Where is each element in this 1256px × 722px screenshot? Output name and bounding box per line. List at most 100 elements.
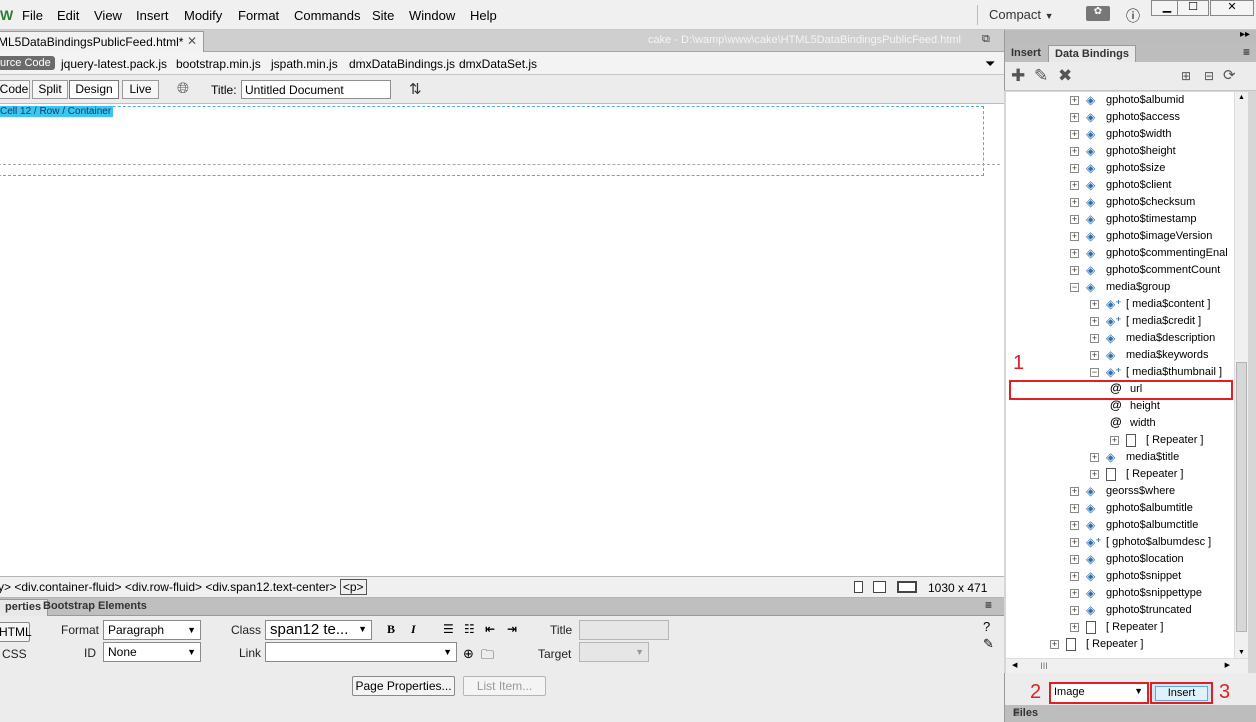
menu-modify[interactable]: Modify (184, 8, 222, 23)
css-mode-button[interactable]: CSS (2, 647, 27, 661)
related-file[interactable]: jspath.min.js (271, 57, 338, 71)
list-item-button[interactable]: List Item... (463, 676, 546, 696)
collapse-all-icon[interactable]: ⊟ (1204, 69, 1214, 83)
tree-node[interactable]: + ◈⁺ [ media$credit ] (1006, 314, 1246, 331)
expand-node-icon[interactable]: + (1110, 436, 1119, 445)
menu-help[interactable]: Help (470, 8, 497, 23)
delete-icon[interactable]: ✖ (1058, 66, 1072, 86)
element-badge[interactable]: Cell 12 / Row / Container (0, 106, 114, 117)
mobile-size-icon[interactable] (854, 581, 863, 593)
expand-node-icon[interactable]: + (1070, 113, 1079, 122)
expand-node-icon[interactable]: + (1070, 521, 1079, 530)
related-file[interactable]: dmxDataSet.js (459, 57, 537, 71)
title-field[interactable] (579, 620, 669, 640)
tree-node[interactable]: + [ Repeater ] (1006, 467, 1246, 484)
insert-button[interactable]: Insert (1150, 682, 1213, 704)
close-tab-icon[interactable]: ✕ (187, 34, 197, 48)
related-file[interactable]: dmxDataBindings.js (349, 57, 455, 71)
indent-icon[interactable]: ⇥ (507, 622, 517, 636)
expand-node-icon[interactable]: + (1070, 130, 1079, 139)
tree-node[interactable]: + ◈ media$description (1006, 331, 1246, 348)
panel-menu-icon[interactable]: ≡ (1243, 45, 1250, 59)
tree-node[interactable]: + ◈ gphoto$snippettype (1006, 586, 1246, 603)
add-icon[interactable]: ✚ (1011, 66, 1025, 86)
expand-node-icon[interactable]: + (1070, 96, 1079, 105)
link-input[interactable]: ▼ (265, 642, 457, 662)
tree-node[interactable]: + [ Repeater ] (1006, 433, 1246, 450)
scroll-left-icon[interactable]: ◀ (1012, 661, 1017, 669)
desktop-size-icon[interactable] (897, 581, 917, 593)
expand-node-icon[interactable]: + (1070, 164, 1079, 173)
split-view-button[interactable]: Split (32, 80, 68, 99)
menu-file[interactable]: File (22, 8, 43, 23)
tab-bootstrap-elements[interactable]: Bootstrap Elements (37, 599, 153, 616)
menu-commands[interactable]: Commands (294, 8, 360, 23)
bold-icon[interactable]: B (387, 622, 395, 637)
edit-rule-icon[interactable]: ✎ (983, 636, 994, 652)
close-button[interactable]: ✕ (1210, 0, 1254, 16)
expand-node-icon[interactable]: + (1070, 623, 1079, 632)
tree-node[interactable]: + ◈ gphoto$albumid (1006, 93, 1246, 110)
restore-icon[interactable]: ⧉ (982, 33, 990, 46)
expand-node-icon[interactable]: + (1070, 589, 1079, 598)
source-code-tab[interactable]: urce Code (0, 56, 55, 70)
sync-settings-icon[interactable]: ✿ (1086, 6, 1110, 21)
tree-node[interactable]: + ◈ gphoto$checksum (1006, 195, 1246, 212)
tab-data-bindings[interactable]: Data Bindings (1048, 45, 1136, 62)
tree-node[interactable]: + ◈ gphoto$timestamp (1006, 212, 1246, 229)
tree-vertical-scrollbar[interactable]: ▲ ▼ (1234, 92, 1248, 658)
expand-node-icon[interactable]: + (1090, 317, 1099, 326)
tree-node[interactable]: + ◈ media$title (1006, 450, 1246, 467)
folder-icon[interactable]: 🗀︎ (481, 646, 494, 668)
target-select[interactable]: ▼ (579, 642, 649, 662)
files-panel-header[interactable]: Files ≡ (1004, 705, 1256, 722)
expand-node-icon[interactable]: + (1070, 266, 1079, 275)
code-view-button[interactable]: Code (0, 80, 30, 99)
page-properties-button[interactable]: Page Properties... (352, 676, 455, 696)
expand-node-icon[interactable]: + (1070, 504, 1079, 513)
title-input[interactable] (241, 80, 391, 99)
help-icon[interactable]: ? (983, 619, 990, 634)
expand-node-icon[interactable]: + (1090, 351, 1099, 360)
expand-node-icon[interactable]: + (1070, 487, 1079, 496)
tree-node[interactable]: − ◈ media$group (1006, 280, 1246, 297)
tree-node[interactable]: + ◈⁺ [ gphoto$albumdesc ] (1006, 535, 1246, 552)
related-file[interactable]: jquery-latest.pack.js (61, 57, 167, 71)
tree-node[interactable]: + [ Repeater ] (1006, 637, 1246, 654)
html-mode-button[interactable]: HTML (0, 622, 32, 642)
ordered-list-icon[interactable]: ☷ (464, 622, 475, 636)
menu-view[interactable]: View (94, 8, 122, 23)
container-selection[interactable] (0, 106, 984, 176)
menu-insert[interactable]: Insert (136, 8, 169, 23)
scroll-right-icon[interactable]: ▶ (1225, 661, 1230, 669)
tree-node[interactable]: + ◈ gphoto$snippet (1006, 569, 1246, 586)
tree-node[interactable]: + ◈ gphoto$truncated (1006, 603, 1246, 620)
panel-menu-icon[interactable]: ≡ (1013, 706, 1250, 720)
id-select[interactable]: None ▼ (103, 642, 201, 662)
live-view-button[interactable]: Live (122, 80, 159, 99)
expand-node-icon[interactable]: + (1070, 147, 1079, 156)
tree-node[interactable]: @ width (1006, 415, 1246, 433)
panel-menu-icon[interactable]: ≡ (985, 598, 992, 612)
tree-node[interactable]: + ◈ gphoto$albumtitle (1006, 501, 1246, 518)
scroll-up-icon[interactable]: ▲ (1238, 94, 1245, 101)
tree-node[interactable]: @ height (1006, 398, 1246, 416)
tree-node[interactable]: + ◈ gphoto$client (1006, 178, 1246, 195)
class-select[interactable]: span12 te... ▼ (265, 620, 372, 640)
expand-node-icon[interactable]: + (1070, 181, 1079, 190)
expand-node-icon[interactable]: + (1090, 470, 1099, 479)
globe-icon[interactable]: 🌐︎ (177, 80, 189, 97)
format-select[interactable]: Paragraph ▼ (103, 620, 201, 640)
design-view[interactable]: Cell 12 / Row / Container (0, 104, 1004, 576)
expand-node-icon[interactable]: + (1070, 198, 1079, 207)
tree-node[interactable]: + ◈ gphoto$size (1006, 161, 1246, 178)
expand-node-icon[interactable]: + (1090, 334, 1099, 343)
expand-node-icon[interactable]: + (1090, 300, 1099, 309)
tree-node[interactable]: + ◈ media$keywords (1006, 348, 1246, 365)
tablet-size-icon[interactable] (873, 581, 886, 593)
scrollbar-thumb[interactable]: III (1024, 661, 1064, 671)
menu-window[interactable]: Window (409, 8, 455, 23)
tab-insert[interactable]: Insert (1005, 45, 1047, 62)
tree-node[interactable]: + ◈ gphoto$location (1006, 552, 1246, 569)
expand-node-icon[interactable]: + (1090, 453, 1099, 462)
